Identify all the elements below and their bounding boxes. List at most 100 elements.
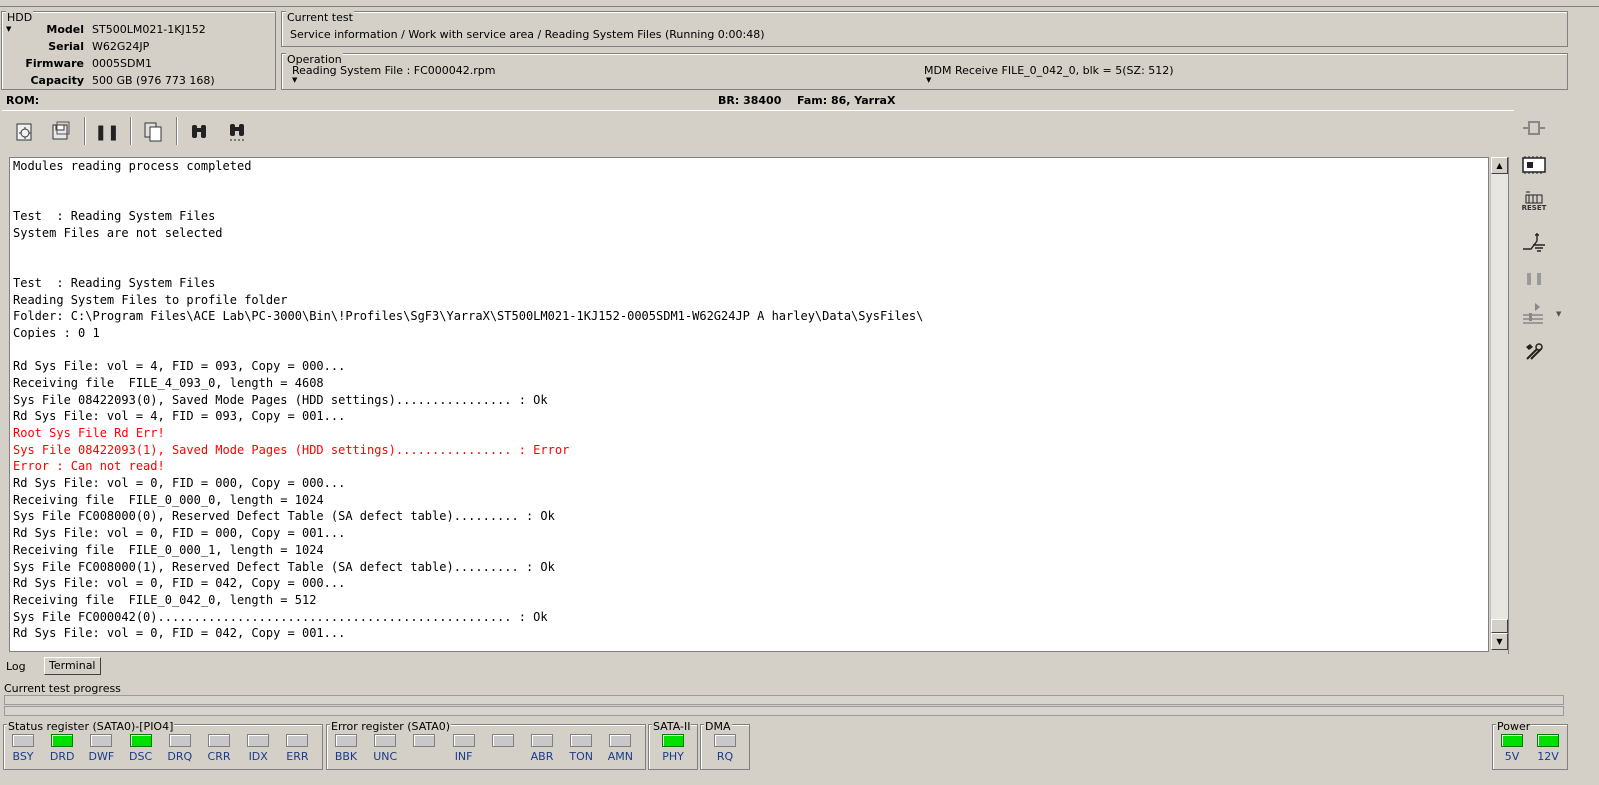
hdd-serial-value: W62G24JP [92, 40, 150, 53]
hdd-firmware-value: 0005SDM1 [92, 57, 152, 70]
status-register-panel: Status register (SATA0)-[PIO4] BSY DRD DWF… [3, 720, 323, 770]
led-bsy: BSY [7, 734, 39, 763]
operation-left-dropdown-icon[interactable]: ▼ [292, 76, 297, 84]
power-title: Power [1496, 720, 1532, 733]
hdd-serial-label: Serial [48, 40, 84, 53]
hdd-firmware-label: Firmware [25, 57, 84, 70]
led-indicator [662, 734, 684, 747]
led-indicator [129, 734, 152, 747]
power-switch-icon[interactable] [1518, 227, 1550, 255]
led-indicator [286, 734, 309, 747]
equalizer-icon[interactable] [1518, 299, 1550, 327]
log-line: Test : Reading System Files [13, 209, 216, 224]
log-error-line: Sys File 08422093(1), Saved Mode Pages (… [13, 442, 570, 457]
led-indicator [168, 734, 191, 747]
progress-label: Current test progress [4, 682, 121, 695]
led-indicator [491, 734, 514, 747]
operation-right-text: MDM Receive FILE_0_042_0, blk = 5(SZ: 51… [924, 64, 1174, 77]
led-phy: PHY [657, 734, 689, 763]
log-line: Receiving file FILE_0_000_0, length = 10… [13, 492, 324, 507]
scroll-up-icon[interactable]: ▲ [1491, 157, 1508, 174]
led-indicator [51, 734, 74, 747]
log-line: Rd Sys File: vol = 4, FID = 093, Copy = … [13, 409, 346, 424]
tab-terminal[interactable]: Terminal [44, 657, 101, 675]
led-label: 12V [1537, 750, 1559, 763]
log-line: Rd Sys File: vol = 0, FID = 000, Copy = … [13, 476, 346, 491]
led-label: INF [454, 750, 473, 763]
toolbar-separator [130, 117, 132, 145]
sata-title: SATA-II [652, 720, 692, 733]
led-label: 5V [1504, 750, 1520, 763]
led-label: BBK [334, 750, 358, 763]
family-label: Fam: 86, YarraX [797, 94, 896, 107]
led-label: DSC [129, 750, 153, 763]
led-label: ABR [530, 750, 554, 763]
led-indicator [413, 734, 436, 747]
operation-right-dropdown-icon[interactable]: ▼ [926, 76, 931, 84]
led-drq: DRQ [164, 734, 196, 763]
scroll-down-icon[interactable]: ▼ [1491, 633, 1508, 650]
equalizer-dropdown-icon[interactable]: ▼ [1556, 310, 1561, 318]
led-drd: DRD [46, 734, 78, 763]
led-indicator [335, 734, 357, 747]
log-error-line: Error : Can not read! [13, 459, 165, 474]
scroll-thumb[interactable] [1491, 619, 1508, 633]
find-next-icon[interactable] [224, 119, 250, 145]
copy-icon[interactable] [140, 119, 166, 145]
led-indicator [1501, 734, 1523, 747]
log-line: Sys File 08422093(0), Saved Mode Pages (… [13, 392, 548, 407]
led-label: TON [569, 750, 593, 763]
log-line: Sys File FC000042(0)....................… [13, 609, 548, 624]
log-line: Copies : 0 1 [13, 325, 100, 340]
led-12v: 12V [1532, 734, 1564, 763]
hdd-info-panel: HDD ▼ Model ST500LM021-1KJ152 Serial W62G24… [1, 11, 276, 90]
log-toolbar: ❚❚ [2, 110, 1514, 155]
toolbar-separator [84, 117, 86, 145]
current-test-panel: Current test Service information / Work … [281, 11, 1568, 47]
hdd-capacity-label: Capacity [30, 74, 84, 87]
hdd-capacity-value: 500 GB (976 773 168) [92, 74, 215, 87]
hdd-model-value: ST500LM021-1KJ152 [92, 23, 206, 36]
led-indicator [12, 734, 34, 747]
log-line: Reading System Files to profile folder [13, 292, 288, 307]
led-label: IDX [248, 750, 268, 763]
log-line: Sys File FC008000(1), Reserved Defect Ta… [13, 559, 555, 574]
log-line: System Files are not selected [13, 225, 223, 240]
reset-icon[interactable]: RESET [1518, 187, 1550, 215]
led-indicator [609, 734, 632, 747]
tools-icon[interactable] [1518, 338, 1550, 366]
module-read-icon[interactable] [12, 119, 38, 145]
log-line: Folder: C:\Program Files\ACE Lab\PC-3000… [13, 309, 924, 324]
led-indicator [208, 734, 230, 747]
log-output[interactable]: Modules reading process completed Test : … [9, 157, 1489, 652]
rom-label: ROM: [6, 94, 40, 107]
log-line: Rd Sys File: vol = 0, FID = 042, Copy = … [13, 626, 346, 641]
current-test-title: Current test [286, 11, 354, 24]
log-line: Receiving file FILE_0_000_1, length = 10… [13, 542, 324, 557]
log-line: Receiving file FILE_0_042_0, length = 51… [13, 592, 317, 607]
status-register-title: Status register (SATA0)-[PIO4] [7, 720, 175, 733]
led-dsc: DSC [125, 734, 157, 763]
led-idx: IDX [242, 734, 274, 763]
led-dwf: DWF [85, 734, 117, 763]
board-icon[interactable] [1518, 151, 1550, 179]
top-tab-strip [0, 0, 1599, 7]
led-indicator [374, 734, 397, 747]
tab-log[interactable]: Log [2, 659, 30, 675]
toolbar-separator [176, 117, 178, 145]
tab-terminal-label: Terminal [49, 659, 96, 672]
side-pause-icon[interactable]: ❚❚ [1518, 264, 1550, 292]
save-module-icon[interactable] [48, 118, 74, 144]
pause-icon[interactable]: ❚❚ [94, 119, 120, 145]
led-label: DRD [49, 750, 75, 763]
log-line: Modules reading process completed [13, 159, 252, 173]
log-vertical-scrollbar[interactable]: ▲ ▼ [1490, 157, 1508, 650]
connect-drive-icon[interactable] [1518, 114, 1550, 142]
log-line: Receiving file FILE_4_093_0, length = 46… [13, 375, 324, 390]
find-icon[interactable] [186, 119, 212, 145]
led-label: ERR [286, 750, 309, 763]
log-line: Rd Sys File: vol = 0, FID = 042, Copy = … [13, 576, 346, 591]
